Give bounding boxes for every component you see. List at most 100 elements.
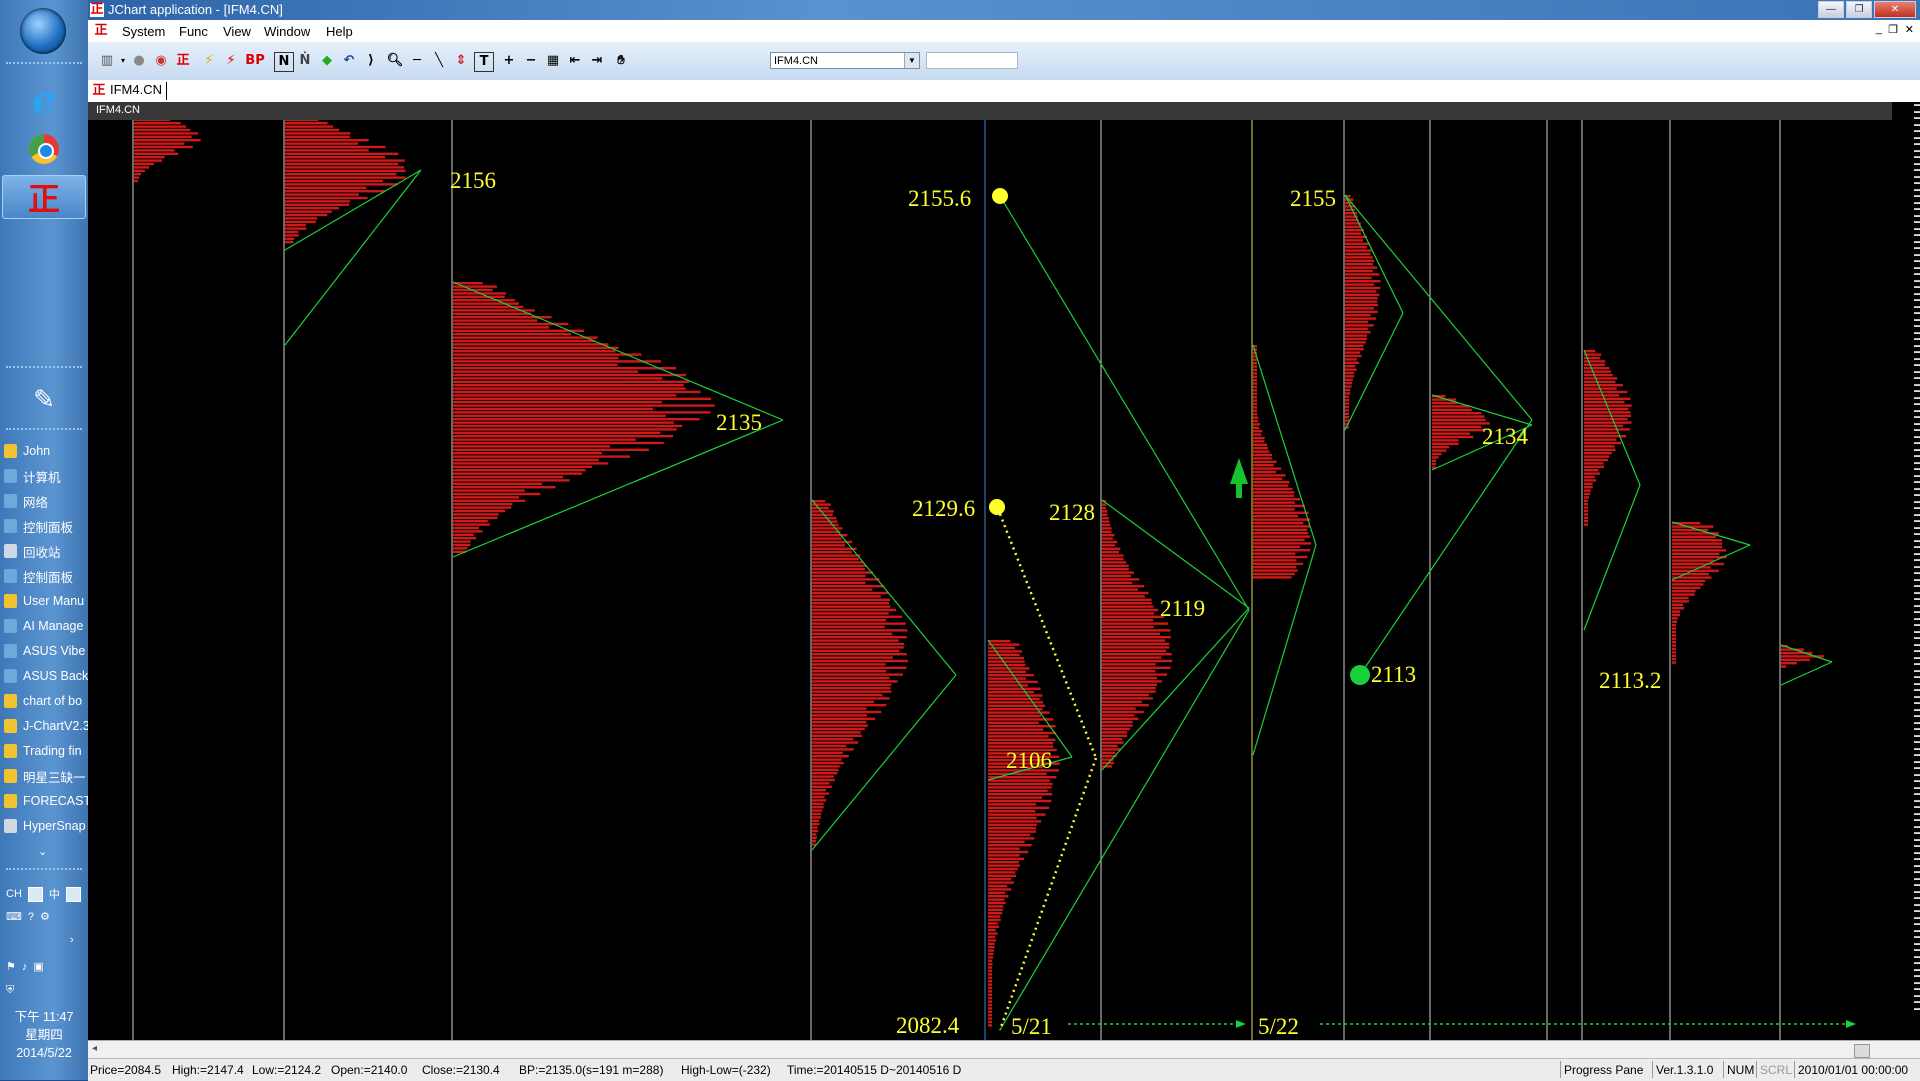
zoom-icon[interactable]: 🔍︎ — [386, 52, 404, 70]
quicklaunch-item[interactable]: ASUS Vibe — [4, 640, 88, 662]
jchart-app-icon[interactable]: 正 — [94, 24, 108, 38]
market-profile-chart[interactable]: 2156 2155.6 2155 2135 2129.6 2128 2119 2… — [88, 120, 1920, 1040]
text-button[interactable]: T — [474, 52, 494, 72]
green-cube-icon[interactable]: ◆ — [318, 52, 336, 70]
dotted-projection-line[interactable] — [998, 513, 1098, 759]
tpo-row — [1102, 578, 1140, 581]
quicklaunch-item[interactable]: 计算机 — [4, 465, 88, 487]
quicklaunch-item[interactable]: J-ChartV2.3 — [4, 715, 88, 737]
red-lightning-icon[interactable]: ⚡ — [222, 52, 240, 70]
menu-view[interactable]: View — [223, 24, 251, 39]
menu-func[interactable]: Func — [179, 24, 208, 39]
n-button[interactable]: N — [274, 52, 294, 72]
mdi-close-button[interactable]: ✕ — [1905, 23, 1914, 36]
chevron-down-icon[interactable]: ▼ — [904, 53, 919, 68]
zoom-out-icon[interactable]: − — [522, 52, 540, 70]
tpo-row — [812, 639, 899, 642]
tray-expand-icon[interactable]: › — [70, 934, 74, 946]
language-bar[interactable]: CH 中 — [6, 886, 81, 902]
symbol-select[interactable]: IFM4.CN ▼ — [770, 52, 920, 69]
quicklaunch-item[interactable]: HyperSnap — [4, 815, 88, 837]
security-shield-icon[interactable]: ⛨ — [6, 984, 14, 997]
tpo-row — [812, 724, 868, 727]
maximize-button[interactable]: ❐ — [1846, 1, 1872, 18]
mdi-restore-button[interactable]: ❐ — [1888, 23, 1898, 36]
folder-icon — [4, 794, 17, 808]
flag-icon[interactable]: ⚑ — [6, 960, 16, 973]
n-outline-icon[interactable]: Ṅ — [296, 52, 314, 70]
jchart-logo-icon[interactable]: 正 — [174, 52, 192, 70]
expand-chevron-icon[interactable]: ⌄ — [38, 845, 47, 858]
title-bar[interactable]: 正 JChart application - [IFM4.CN] — ❐ ✕ — [88, 0, 1920, 20]
start-orb-icon[interactable] — [20, 8, 66, 54]
quicklaunch-item[interactable]: AI Manage — [4, 615, 88, 637]
tpo-row — [988, 969, 992, 973]
tpo-row — [812, 591, 889, 595]
tpo-row — [988, 918, 1001, 922]
scrollbar-thumb[interactable] — [1854, 1044, 1870, 1058]
menu-help[interactable]: Help — [326, 24, 353, 39]
tpo-row — [1253, 379, 1257, 382]
window-title: JChart application - [IFM4.CN] — [108, 2, 283, 17]
symbol-input[interactable] — [926, 52, 1018, 69]
grid-icon[interactable]: ▦ — [544, 52, 562, 70]
quicklaunch-item[interactable]: John — [4, 440, 88, 462]
scroll-left-arrow-icon[interactable]: ◂ — [92, 1043, 97, 1054]
menu-system[interactable]: System — [122, 24, 165, 39]
chart-type-icon[interactable]: ▥ — [98, 52, 116, 70]
close-button[interactable]: ✕ — [1874, 1, 1916, 18]
zoom-in-icon[interactable]: + — [500, 52, 518, 70]
fibonacci-icon[interactable]: ⇕ — [452, 52, 470, 70]
clock[interactable]: 下午 11:47 星期四 2014/5/22 — [0, 1008, 88, 1062]
record-icon[interactable]: ● — [130, 52, 148, 70]
quicklaunch-item[interactable]: 控制面板 — [4, 515, 88, 537]
undo-icon[interactable]: ↶ — [340, 52, 358, 70]
tpo-row — [453, 312, 532, 315]
quicklaunch-item[interactable]: Trading fin — [4, 740, 88, 762]
quicklaunch-item[interactable]: FORECAST — [4, 790, 88, 812]
ie-taskbar-button[interactable]: e — [2, 77, 86, 122]
chrome-taskbar-button[interactable] — [2, 128, 86, 170]
tab-ifm4[interactable]: 正 IFM4.CN — [90, 82, 167, 100]
ime-option-icon[interactable] — [65, 886, 81, 902]
jchart-app-icon: 正 — [27, 180, 60, 218]
jchart-taskbar-button[interactable]: 正 — [2, 175, 86, 219]
trend-line-icon[interactable]: ╲ — [430, 52, 448, 70]
horizontal-scrollbar[interactable]: ◂ — [88, 1040, 1920, 1059]
horizontal-line-icon[interactable]: ─ — [408, 52, 426, 70]
scroll-left-icon[interactable]: ⇤ — [566, 52, 584, 70]
quicklaunch-item[interactable]: 网络 — [4, 490, 88, 512]
cursor-icon[interactable]: ⟩ — [362, 52, 380, 70]
hand-pan-icon[interactable]: ✋︎ — [612, 52, 630, 70]
price-marker-dot[interactable] — [1350, 665, 1370, 685]
mdi-minimize-button[interactable]: _ — [1876, 23, 1882, 35]
menu-window[interactable]: Window — [264, 24, 310, 39]
stop-icon[interactable]: ◉ — [152, 52, 170, 70]
tpo-row — [988, 850, 1029, 854]
tpo-row — [1432, 415, 1485, 418]
quicklaunch-item[interactable]: User Manu — [4, 590, 88, 612]
bp-button[interactable]: BP — [244, 52, 266, 70]
pen-taskbar-button[interactable]: ✎ — [2, 378, 86, 420]
chart-type-dropdown-icon[interactable]: ▾ — [118, 52, 128, 70]
settings-icon[interactable]: ⚙ — [40, 910, 50, 923]
minimize-button[interactable]: — — [1818, 1, 1844, 18]
tpo-row — [453, 407, 653, 411]
tpo-row — [1102, 687, 1156, 690]
quicklaunch-item[interactable]: chart of bo — [4, 690, 88, 712]
scroll-right-icon[interactable]: ⇥ — [588, 52, 606, 70]
volume-icon[interactable]: ♪ — [22, 961, 28, 973]
price-marker-dot[interactable] — [989, 499, 1005, 515]
ime-indicator[interactable]: 中 — [49, 886, 60, 902]
keyboard-icon[interactable]: ⌨ — [6, 910, 22, 923]
quicklaunch-item[interactable]: 明星三缺一 — [4, 765, 88, 787]
network-tray-icon[interactable]: ▣ — [33, 960, 43, 973]
help-icon[interactable]: ? — [28, 911, 34, 923]
quicklaunch-item[interactable]: 控制面板 — [4, 565, 88, 587]
lightning-icon[interactable]: ⚡ — [200, 52, 218, 70]
up-arrow-icon[interactable] — [1230, 458, 1248, 498]
quicklaunch-item[interactable]: 回收站 — [4, 540, 88, 562]
price-marker-dot[interactable] — [992, 188, 1008, 204]
quicklaunch-item[interactable]: ASUS Back — [4, 665, 88, 687]
ime-mode-icon[interactable] — [27, 886, 43, 902]
